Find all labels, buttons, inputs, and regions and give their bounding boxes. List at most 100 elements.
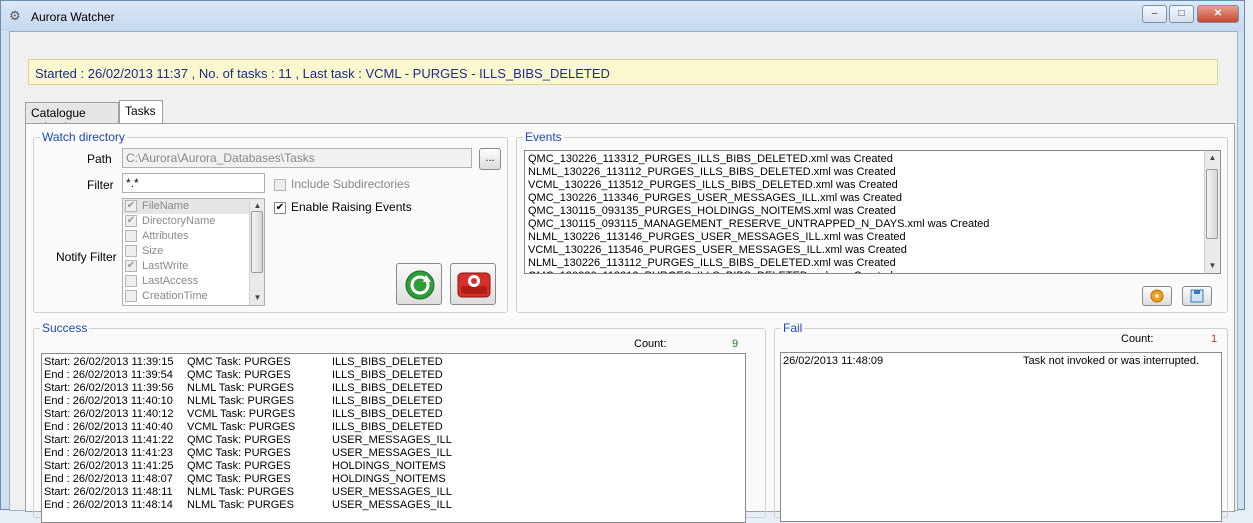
watch-directory-group: Watch directory Path C:\Aurora\Aurora_Da… [33, 130, 508, 313]
events-scroll-thumb[interactable] [1206, 169, 1218, 239]
event-line[interactable]: QMC_130226_113312_PURGES_ILLS_BIBS_DELET… [525, 270, 1220, 273]
close-button[interactable]: ✕ [1197, 5, 1239, 23]
notify-item[interactable]: ✔ FileName [123, 199, 264, 214]
notify-filter-label: Notify Filter [56, 250, 117, 264]
success-row[interactable]: Start: 26/02/2013 11:39:15 QMC Task: PURG… [42, 356, 745, 369]
event-line[interactable]: NLML_130226_113112_PURGES_ILLS_BIBS_DELE… [525, 166, 1220, 179]
tab-catalogue-upload[interactable]: Catalogue upload [25, 102, 119, 134]
success-row-name: USER_MESSAGES_ILL [332, 447, 452, 459]
fail-rows: 26/02/2013 11:48:09 Task not invoked or w… [781, 353, 1221, 368]
enable-events-checkbox[interactable]: ✔ Enable Raising Events [274, 200, 412, 214]
success-row[interactable]: Start: 26/02/2013 11:39:56 NLML Task: PUR… [42, 382, 745, 395]
events-scrollbar[interactable]: ▲ ▼ [1204, 151, 1220, 273]
notify-checkbox[interactable]: ✔ [125, 200, 137, 213]
success-row-name: USER_MESSAGES_ILL [332, 486, 452, 498]
save-events-icon [1190, 289, 1204, 303]
success-row[interactable]: End : 26/02/2013 11:39:54 QMC Task: PURGE… [42, 369, 745, 382]
tab-tasks[interactable]: Tasks [119, 100, 163, 124]
start-watch-button[interactable] [396, 263, 442, 305]
filter-input[interactable]: *.* [122, 173, 265, 193]
path-input[interactable]: C:\Aurora\Aurora_Databases\Tasks [122, 148, 472, 168]
success-row-task: VCML Task: PURGES [187, 408, 296, 420]
notify-checkbox[interactable] [125, 290, 137, 303]
clear-events-button[interactable] [1142, 286, 1172, 306]
event-line[interactable]: QMC_130115_093115_MANAGEMENT_RESERVE_UNT… [525, 218, 1220, 231]
success-row-name: USER_MESSAGES_ILL [332, 499, 452, 511]
notify-item[interactable]: Size [123, 244, 264, 259]
success-rows: Start: 26/02/2013 11:39:15 QMC Task: PURG… [42, 354, 745, 512]
notify-item[interactable]: ✔ LastWrite [123, 259, 264, 274]
stop-watch-button[interactable] [450, 263, 496, 305]
event-line[interactable]: QMC_130226_113312_PURGES_ILLS_BIBS_DELET… [525, 153, 1220, 166]
success-row-name: ILLS_BIBS_DELETED [332, 408, 443, 420]
event-line[interactable]: VCML_130226_113546_PURGES_USER_MESSAGES_… [525, 244, 1220, 257]
success-row[interactable]: Start: 26/02/2013 11:48:11 NLML Task: PUR… [42, 486, 745, 499]
events-list[interactable]: QMC_130226_113312_PURGES_ILLS_BIBS_DELET… [524, 150, 1221, 274]
scroll-thumb[interactable] [251, 211, 263, 273]
success-row-name: ILLS_BIBS_DELETED [332, 382, 443, 394]
success-row[interactable]: Start: 26/02/2013 11:41:25 QMC Task: PURG… [42, 460, 745, 473]
notify-checkbox[interactable]: ✔ [125, 215, 137, 228]
window-title: Aurora Watcher [31, 10, 115, 24]
success-row[interactable]: End : 26/02/2013 11:48:07 QMC Task: PURGE… [42, 473, 745, 486]
notify-scrollbar[interactable]: ▲ ▼ [249, 199, 264, 305]
notify-item-label: CreationTime [142, 290, 208, 302]
success-row[interactable]: End : 26/02/2013 11:48:14 NLML Task: PURG… [42, 499, 745, 512]
success-row[interactable]: End : 26/02/2013 11:41:23 QMC Task: PURGE… [42, 447, 745, 460]
watch-directory-title: Watch directory [40, 130, 127, 144]
success-row-name: HOLDINGS_NOITEMS [332, 460, 446, 472]
minimize-button[interactable]: – [1142, 5, 1167, 23]
success-row-name: ILLS_BIBS_DELETED [332, 395, 443, 407]
notify-item[interactable]: ✔ DirectoryName [123, 214, 264, 229]
event-line[interactable]: QMC_130226_113346_PURGES_USER_MESSAGES_I… [525, 192, 1220, 205]
scroll-down-icon[interactable]: ▼ [250, 291, 264, 305]
success-row[interactable]: End : 26/02/2013 11:40:40 VCML Task: PURG… [42, 421, 745, 434]
events-scroll-up-icon[interactable]: ▲ [1205, 151, 1220, 165]
notify-checkbox[interactable] [125, 245, 137, 258]
save-events-button[interactable] [1182, 286, 1212, 306]
success-row-task: QMC Task: PURGES [187, 460, 291, 472]
notify-item[interactable]: CreationTime [123, 289, 264, 304]
notify-filter-list[interactable]: ✔ FileName ✔ DirectoryName Attributes Size ✔ La… [122, 198, 265, 306]
event-line[interactable]: VCML_130226_113512_PURGES_ILLS_BIBS_DELE… [525, 179, 1220, 192]
include-subdirs-checkbox[interactable]: Include Subdirectories [274, 177, 410, 191]
success-row-task: QMC Task: PURGES [187, 434, 291, 446]
event-line[interactable]: NLML_130226_113146_PURGES_USER_MESSAGES_… [525, 231, 1220, 244]
success-row-time: Start: 26/02/2013 11:41:22 [44, 434, 174, 446]
notify-checkbox[interactable] [125, 230, 137, 243]
fail-list[interactable]: 26/02/2013 11:48:09 Task not invoked or w… [780, 352, 1222, 522]
notify-item-label: FileName [142, 200, 190, 212]
filter-label: Filter [87, 178, 114, 192]
success-row-task: NLML Task: PURGES [187, 382, 294, 394]
enable-events-box[interactable]: ✔ [274, 201, 286, 214]
event-line[interactable]: NLML_130226_113112_PURGES_ILLS_BIBS_DELE… [525, 257, 1220, 270]
success-group: Success Count: 9 Start: 26/02/2013 11:39… [33, 321, 766, 523]
notify-checkbox[interactable]: ✔ [125, 260, 137, 273]
include-subdirs-box[interactable] [274, 178, 286, 191]
success-row-name: ILLS_BIBS_DELETED [332, 369, 443, 381]
success-row[interactable]: Start: 26/02/2013 11:40:12 VCML Task: PUR… [42, 408, 745, 421]
notify-item[interactable]: Attributes [123, 229, 264, 244]
success-row-task: QMC Task: PURGES [187, 447, 291, 459]
notify-item[interactable]: LastAccess [123, 274, 264, 289]
fail-row[interactable]: 26/02/2013 11:48:09 Task not invoked or w… [781, 355, 1221, 368]
notify-checkbox[interactable] [125, 275, 137, 288]
events-scroll-down-icon[interactable]: ▼ [1205, 259, 1220, 273]
maximize-button[interactable]: □ [1169, 5, 1194, 23]
success-row-task: NLML Task: PURGES [187, 395, 294, 407]
success-list[interactable]: Start: 26/02/2013 11:39:15 QMC Task: PURG… [41, 353, 746, 523]
events-group: Events QMC_130226_113312_PURGES_ILLS_BIB… [516, 130, 1228, 313]
notify-item-label: Size [142, 245, 164, 257]
success-row[interactable]: Start: 26/02/2013 11:41:22 QMC Task: PURG… [42, 434, 745, 447]
browse-button[interactable]: ... [479, 148, 501, 170]
success-row-name: USER_MESSAGES_ILL [332, 434, 452, 446]
path-label: Path [87, 152, 112, 166]
success-row-time: End : 26/02/2013 11:48:14 [44, 499, 173, 511]
notify-item-label: DirectoryName [142, 215, 216, 227]
fail-row-message: Task not invoked or was interrupted. [1023, 355, 1200, 367]
event-line[interactable]: QMC_130115_093135_PURGES_HOLDINGS_NOITEM… [525, 205, 1220, 218]
success-row[interactable]: End : 26/02/2013 11:40:10 NLML Task: PURG… [42, 395, 745, 408]
title-bar[interactable]: ⚙ Aurora Watcher – □ ✕ [1, 1, 1244, 31]
status-banner: Started : 26/02/2013 11:37 , No. of task… [28, 59, 1218, 85]
fail-title: Fail [781, 321, 805, 335]
